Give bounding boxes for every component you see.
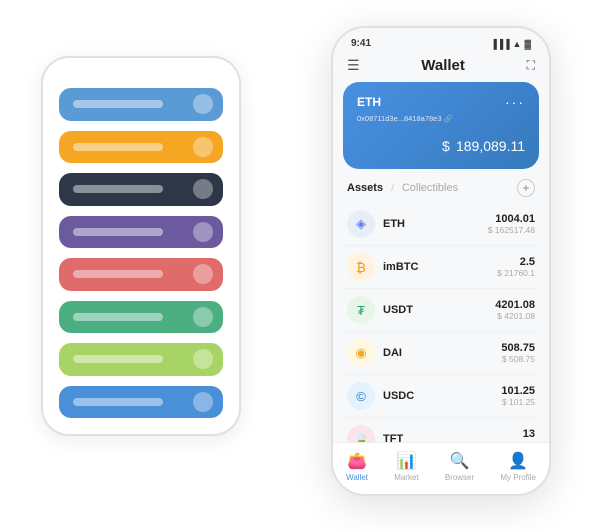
nav-icon: 📊 <box>396 451 416 471</box>
assets-tabs: Assets / Collectibles <box>347 182 458 194</box>
nav-item-my-profile[interactable]: 👤 My Profile <box>500 451 536 482</box>
status-bar: 9:41 ▐▐▐ ▲ ▓ <box>333 28 549 53</box>
tab-divider: / <box>391 183 394 194</box>
nav-item-wallet[interactable]: 👛 Wallet <box>346 451 368 482</box>
currency-symbol: $ <box>442 138 450 154</box>
tab-assets[interactable]: Assets <box>347 182 383 194</box>
asset-list-item[interactable]: © USDC 101.25 $ 101.25 <box>343 375 539 418</box>
asset-balance: 13 <box>523 428 535 440</box>
asset-balance: 2.5 <box>497 256 535 268</box>
asset-usd: $ 21760.1 <box>497 268 535 278</box>
asset-list: ◈ ETH 1004.01 $ 162517.48 ₿ imBTC 2.5 $ … <box>333 203 549 442</box>
asset-list-item[interactable]: ◈ ETH 1004.01 $ 162517.48 <box>343 203 539 246</box>
page-title: Wallet <box>421 57 465 74</box>
asset-list-item[interactable]: ◉ DAI 508.75 $ 508.75 <box>343 332 539 375</box>
status-icons: ▐▐▐ ▲ ▓ <box>490 39 531 49</box>
asset-list-item[interactable]: ₮ USDT 4201.08 $ 4201.08 <box>343 289 539 332</box>
asset-amounts: 4201.08 $ 4201.08 <box>495 299 535 321</box>
bottom-nav: 👛 Wallet 📊 Market 🔍 Browser 👤 My Profile <box>333 442 549 494</box>
nav-icon: 👛 <box>347 451 367 471</box>
card-row <box>59 88 223 121</box>
card-row <box>59 131 223 164</box>
nav-icon: 🔍 <box>450 451 470 471</box>
card-row <box>59 173 223 206</box>
asset-icon: © <box>347 382 375 410</box>
wifi-icon: ▲ <box>513 39 522 49</box>
card-row <box>59 301 223 334</box>
asset-balance: 4201.08 <box>495 299 535 311</box>
nav-label: Browser <box>445 473 474 482</box>
asset-balance: 508.75 <box>501 342 535 354</box>
phone-header: ☰ Wallet ⛶ <box>333 53 549 82</box>
asset-list-item[interactable]: ₿ imBTC 2.5 $ 21760.1 <box>343 246 539 289</box>
front-phone: 9:41 ▐▐▐ ▲ ▓ ☰ Wallet ⛶ ETH ··· 0x08711d… <box>331 26 551 496</box>
asset-icon: ₿ <box>347 253 375 281</box>
asset-name: USDT <box>383 304 495 316</box>
asset-amounts: 2.5 $ 21760.1 <box>497 256 535 278</box>
card-row <box>59 343 223 376</box>
card-row <box>59 258 223 291</box>
eth-card-header: ETH ··· <box>357 94 525 110</box>
asset-icon: ◉ <box>347 339 375 367</box>
tab-collectibles[interactable]: Collectibles <box>402 182 458 194</box>
nav-label: Market <box>394 473 418 482</box>
asset-icon: ◈ <box>347 210 375 238</box>
nav-item-market[interactable]: 📊 Market <box>394 451 418 482</box>
eth-card-label: ETH <box>357 95 381 109</box>
background-phone <box>41 56 241 436</box>
asset-name: USDC <box>383 390 501 402</box>
asset-list-item[interactable]: 🍃 TFT 13 0 <box>343 418 539 442</box>
card-row <box>59 216 223 249</box>
nav-item-browser[interactable]: 🔍 Browser <box>445 451 474 482</box>
nav-icon: 👤 <box>508 451 528 471</box>
asset-balance: 1004.01 <box>488 213 535 225</box>
menu-icon[interactable]: ☰ <box>347 57 360 74</box>
asset-icon: 🍃 <box>347 425 375 442</box>
asset-name: imBTC <box>383 261 497 273</box>
clock: 9:41 <box>351 38 371 49</box>
asset-amounts: 13 0 <box>523 428 535 442</box>
asset-balance: 101.25 <box>501 385 535 397</box>
asset-amounts: 101.25 $ 101.25 <box>501 385 535 407</box>
eth-card-address: 0x08711d3e...8418a78e3 🔗 <box>357 114 525 123</box>
nav-label: My Profile <box>500 473 536 482</box>
eth-card-options[interactable]: ··· <box>505 94 525 110</box>
asset-amounts: 508.75 $ 508.75 <box>501 342 535 364</box>
asset-name: ETH <box>383 218 488 230</box>
eth-card[interactable]: ETH ··· 0x08711d3e...8418a78e3 🔗 $ 189,0… <box>343 82 539 169</box>
nav-label: Wallet <box>346 473 368 482</box>
scene: 9:41 ▐▐▐ ▲ ▓ ☰ Wallet ⛶ ETH ··· 0x08711d… <box>21 16 581 516</box>
card-row <box>59 386 223 419</box>
asset-usd: $ 101.25 <box>501 397 535 407</box>
add-asset-button[interactable]: + <box>517 179 535 197</box>
eth-card-amount: $ 189,089.11 <box>357 131 525 157</box>
asset-usd: $ 162517.48 <box>488 225 535 235</box>
asset-icon: ₮ <box>347 296 375 324</box>
asset-name: TFT <box>383 433 523 442</box>
asset-usd: $ 4201.08 <box>495 311 535 321</box>
battery-icon: ▓ <box>524 39 531 49</box>
asset-name: DAI <box>383 347 501 359</box>
expand-icon[interactable]: ⛶ <box>527 58 535 73</box>
asset-amounts: 1004.01 $ 162517.48 <box>488 213 535 235</box>
assets-header: Assets / Collectibles + <box>333 169 549 203</box>
asset-usd: $ 508.75 <box>501 354 535 364</box>
signal-icon: ▐▐▐ <box>490 39 509 49</box>
